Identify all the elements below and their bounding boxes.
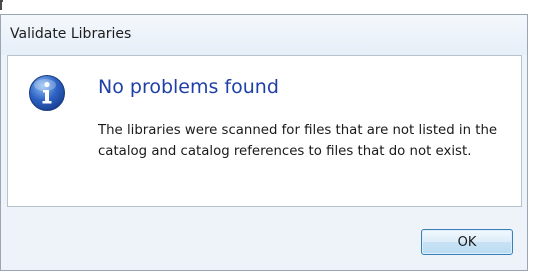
- dialog-content: No problems found The libraries were sca…: [7, 55, 522, 207]
- dialog-heading: No problems found: [98, 76, 279, 98]
- ok-button[interactable]: OK: [421, 229, 513, 255]
- button-bar: OK: [1, 207, 527, 270]
- info-icon: [29, 75, 65, 111]
- validate-libraries-dialog: Validate Libraries No problems found The…: [0, 14, 528, 271]
- dialog-title: Validate Libraries: [10, 26, 132, 42]
- title-bar[interactable]: Validate Libraries: [1, 15, 527, 55]
- dialog-message: The libraries were scanned for files tha…: [98, 123, 498, 159]
- window-edge-corner: [0, 0, 3, 10]
- screen: Validate Libraries No problems found The…: [0, 0, 541, 275]
